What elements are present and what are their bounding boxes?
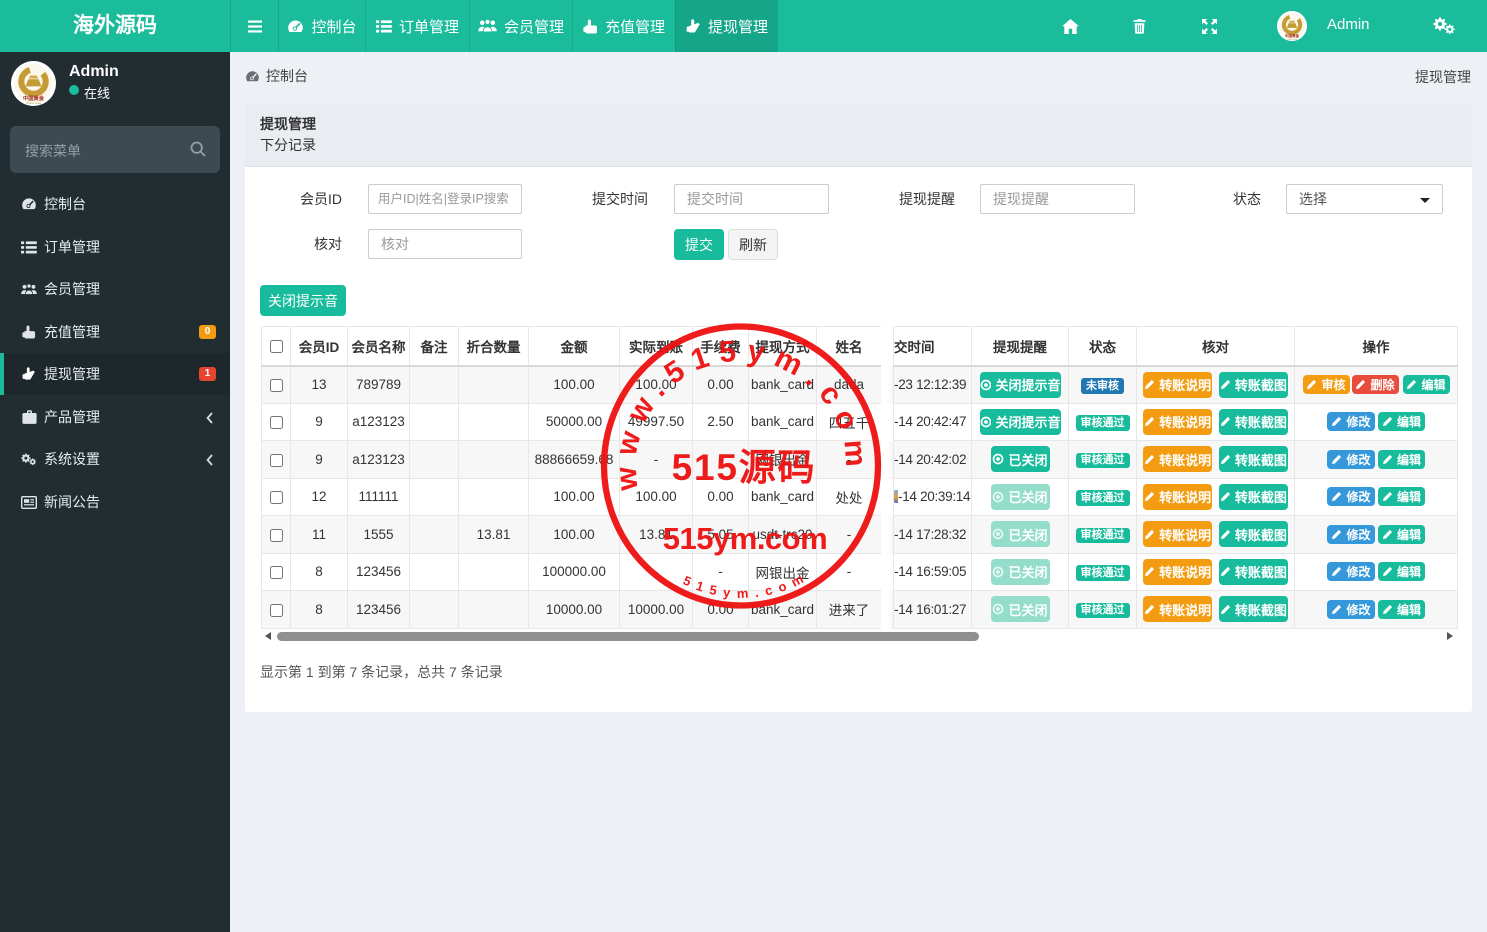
svg-text:515ym.com: 515ym.com	[663, 521, 827, 556]
svg-text:515源码: 515源码	[672, 447, 817, 488]
svg-text:China Gold: China Gold	[1287, 39, 1297, 41]
svg-text:China Gold: China Gold	[26, 101, 41, 105]
svg-text:中国黄金: 中国黄金	[1285, 33, 1300, 38]
